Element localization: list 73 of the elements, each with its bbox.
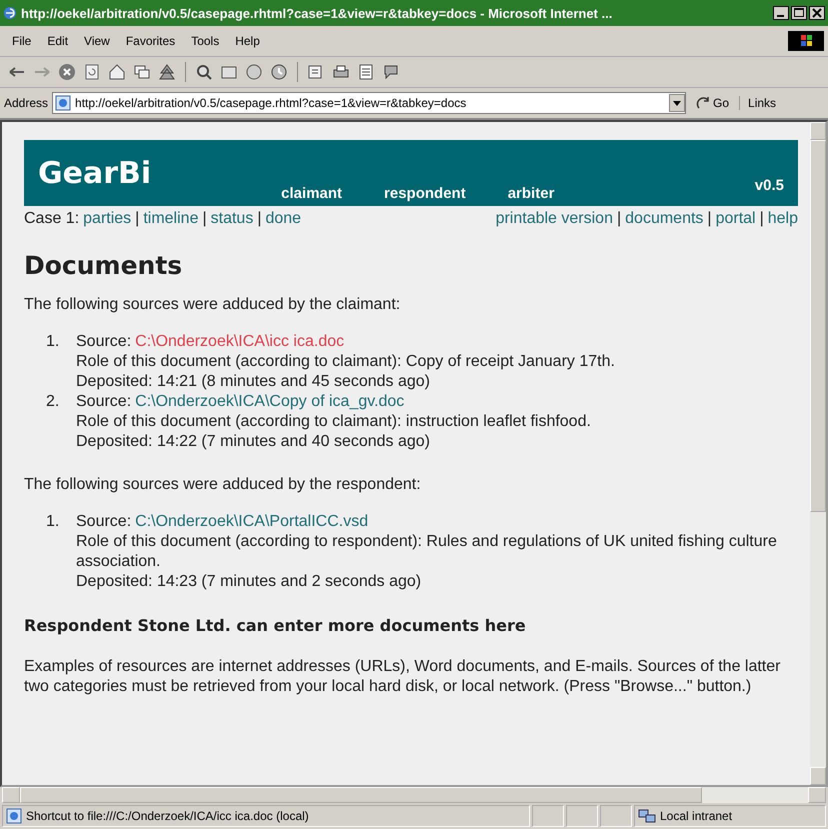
separator: | [202,209,207,229]
status-panel [566,805,598,827]
separator: | [616,209,622,229]
subheading: Respondent Stone Ltd. can enter more documents here [24,616,527,635]
windows-logo-icon [788,31,824,51]
status-panel [600,805,632,827]
role-link[interactable]: claimant [281,185,342,202]
list-number: 1. [46,332,60,352]
menu-item[interactable]: Edit [39,34,76,48]
zone-label: Local intranet [660,809,732,823]
stop-icon[interactable] [58,63,76,81]
source-link[interactable]: C:\Onderzoek\ICA\PortalICC.vsd [135,513,368,530]
case-label: Case 1: [24,209,80,229]
status-text: Shortcut to file:///C:/Onderzoek/ICA/icc ica.doc (local) [26,809,309,823]
paragraph-text: Examples of resources are internet addresses (URLs), Word documents, and E-mails. Sources of the latter two categories must be retrieved from your local hard disk, or local network. (Press "Browse..." button.) [24,657,782,697]
intro-text: The following sources were adduced by the claimant: [24,296,402,314]
menu-item[interactable]: File [4,34,40,48]
window-title: http://oekel/arbitration/v0.5/casepage.rhtml?case=1&view=r&tabkey=docs - Microsoft Internet ... [21,6,612,20]
address-label: Address [4,96,48,110]
intro-text: The following sources were adduced by the respondent: [24,476,422,494]
deposited-text: Deposited: 14:23 (7 minutes and 2 seconds ago) [76,572,422,592]
menu-item[interactable]: Favorites [118,34,184,48]
source-label: Source: [76,513,132,530]
role-link[interactable]: arbiter [508,185,554,202]
logo-text: GearBi [38,156,152,190]
address-field[interactable]: http://oekel/arbitration/v0.5/casepage.rhtml?case=1&view=r&tabkey=docs [52,92,686,114]
nav-link[interactable]: documents [625,209,704,229]
menu-item[interactable]: View [76,34,118,48]
page-icon [6,808,22,824]
separator: | [707,209,712,229]
go-button[interactable]: Go [690,96,736,110]
separator: | [257,209,262,229]
role-text: Role of this document (according to respondent): Rules and regulations of UK united fishing culture association. [76,532,778,572]
list-number: 1. [46,512,60,532]
refresh-icon[interactable] [83,63,101,81]
role-text: Role of this document (according to claimant): instruction leaflet fishfood. [76,412,592,432]
source-label: Source: [76,393,132,410]
separator: | [135,209,140,229]
close-button[interactable] [809,6,825,20]
menu-item[interactable]: Help [227,34,268,48]
source-link[interactable]: C:\Onderzoek\ICA\icc ica.doc [135,333,344,350]
menu-item[interactable]: Tools [183,34,228,48]
page-heading: Documents [24,251,184,280]
search-icon[interactable] [195,63,213,81]
minimize-button[interactable] [773,6,789,20]
role-link[interactable]: respondent [384,185,466,202]
nav-link[interactable]: portal [716,209,756,229]
list-number: 2. [46,392,60,412]
maximize-button[interactable] [791,6,807,20]
intranet-icon [638,808,656,824]
history-icon[interactable] [270,63,288,81]
go-arrow-icon [696,96,710,110]
source-label: Source: [76,333,132,350]
links-button[interactable]: Links [739,96,776,110]
document-icon[interactable] [357,63,375,81]
nav-link[interactable]: timeline [143,209,198,229]
source-link[interactable]: C:\Onderzoek\ICA\Copy of ica_gv.doc [135,393,404,410]
page-icon [55,95,72,111]
horizontal-scrollbar[interactable] [2,787,826,803]
vertical-scrollbar[interactable] [810,122,826,785]
home-icon[interactable] [108,63,126,81]
nav-link[interactable]: status [210,209,254,229]
separator: | [760,209,764,229]
deposited-text: Deposited: 14:22 (7 minutes and 40 seconds ago) [76,432,432,452]
version-label: v0.5 [754,177,784,196]
nav-link[interactable]: printable version [496,209,613,229]
role-text: Role of this document (according to claimant): Copy of receipt January 17th. [76,352,616,372]
nav-link[interactable]: parties [83,209,132,229]
nav-link[interactable]: help [768,209,798,229]
deposited-text: Deposited: 14:21 (8 minutes and 45 seconds ago) [76,372,432,392]
status-panel [532,805,564,827]
window-icon[interactable] [133,63,151,81]
nav-link[interactable]: done [265,209,302,229]
